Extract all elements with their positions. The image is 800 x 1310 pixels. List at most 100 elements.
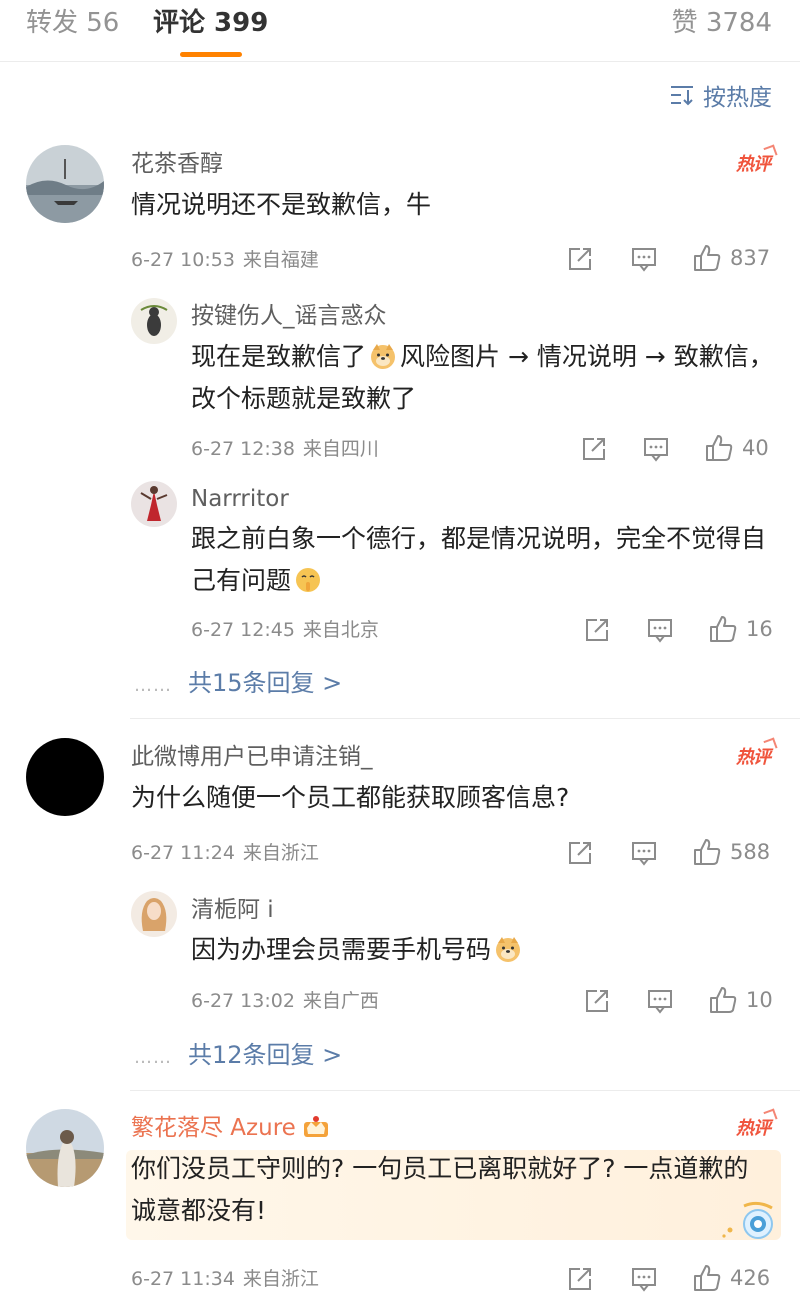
reply-button[interactable] xyxy=(642,434,670,464)
reply-text: 现在是致歉信了 风险图片 → 情况说明 → 致歉信，改个标题就是致歉了 xyxy=(191,336,776,420)
comment-date: 6-27 10:53 xyxy=(131,249,235,271)
doge-emoji-icon xyxy=(369,342,397,370)
tab-repost[interactable]: 转发 56 xyxy=(26,8,119,38)
vip-crown-icon xyxy=(303,1116,328,1137)
thumbs-up-icon xyxy=(694,245,721,271)
comment-meta: 6-27 11:24 来自浙江 xyxy=(131,841,319,865)
share-icon xyxy=(569,248,591,270)
shush-emoji-icon xyxy=(294,566,322,594)
avatar[interactable] xyxy=(26,1109,104,1187)
share-icon xyxy=(586,990,608,1012)
avatar[interactable] xyxy=(26,738,104,816)
divider xyxy=(130,1090,800,1091)
comment-date: 6-27 11:24 xyxy=(131,842,235,864)
like-count: 588 xyxy=(730,840,771,864)
share-button[interactable] xyxy=(580,434,608,464)
reply-author[interactable]: 清栀阿 i xyxy=(191,896,274,924)
like-count: 426 xyxy=(730,1266,771,1290)
reply-date: 6-27 12:45 xyxy=(191,619,295,641)
like-button[interactable]: 588 xyxy=(692,837,770,867)
view-more-replies-link[interactable]: …… 共15条回复 > xyxy=(134,668,342,701)
view-more-replies-link[interactable]: …… 共12条回复 > xyxy=(134,1040,342,1073)
reply-text: 跟之前白象一个德行，都是情况说明，完全不觉得自己有问题 xyxy=(191,518,776,602)
hot-comment-badge: 热评 xyxy=(736,1114,771,1140)
thumbs-up-icon xyxy=(710,616,737,642)
like-button[interactable]: 40 xyxy=(704,433,769,463)
tab-comments[interactable]: 评论 399 xyxy=(153,8,268,38)
comment-icon xyxy=(644,438,668,462)
reply-location: 来自四川 xyxy=(302,438,379,460)
more-dots: …… xyxy=(134,675,172,696)
reply-button[interactable] xyxy=(630,1264,658,1294)
doge-emoji-icon xyxy=(494,935,522,963)
reply-text-part: 现在是致歉信了 xyxy=(191,342,367,371)
like-count: 837 xyxy=(730,246,771,270)
thumbs-up-icon xyxy=(706,435,733,461)
active-tab-indicator xyxy=(180,52,242,57)
reply-button[interactable] xyxy=(630,244,658,274)
share-icon xyxy=(586,619,608,641)
share-icon xyxy=(583,438,605,460)
comment-tabs: 转发 56 评论 399 赞 3784 xyxy=(0,0,800,62)
reply-text: 因为办理会员需要手机号码 xyxy=(191,929,776,971)
reply-date: 6-27 12:38 xyxy=(191,438,295,460)
like-button[interactable]: 10 xyxy=(708,985,773,1015)
reply-date: 6-27 13:02 xyxy=(191,990,295,1012)
comment-location: 来自浙江 xyxy=(242,1268,319,1290)
avatar[interactable] xyxy=(131,298,177,344)
comment-icon xyxy=(632,1268,656,1292)
share-button[interactable] xyxy=(566,244,594,274)
reply-location: 来自广西 xyxy=(302,990,379,1012)
thumbs-up-icon xyxy=(694,839,721,865)
share-icon xyxy=(569,1268,591,1290)
sort-button[interactable]: 按热度 xyxy=(669,80,772,111)
like-button[interactable]: 16 xyxy=(708,614,773,644)
comment-icon xyxy=(632,842,656,866)
avatar[interactable] xyxy=(26,145,104,223)
share-button[interactable] xyxy=(583,615,611,645)
reply-button[interactable] xyxy=(646,615,674,645)
comment-text: 为什么随便一个员工都能获取顾客信息? xyxy=(131,783,570,812)
reply-text-part: 因为办理会员需要手机号码 xyxy=(191,935,492,964)
more-dots: …… xyxy=(134,1047,172,1068)
share-button[interactable] xyxy=(566,838,594,868)
share-button[interactable] xyxy=(583,986,611,1016)
more-replies-label: 共15条回复 > xyxy=(188,669,343,697)
like-count: 40 xyxy=(742,436,769,460)
comment-author-name: 繁花落尽 Azure xyxy=(131,1115,296,1141)
comment-icon xyxy=(632,248,656,272)
comment-meta: 6-27 10:53 来自福建 xyxy=(131,248,319,272)
avatar[interactable] xyxy=(131,891,177,937)
reply-button[interactable] xyxy=(630,838,658,868)
comment-author[interactable]: 花茶香醇 xyxy=(131,150,223,178)
reply-author[interactable]: 按键伤人_谣言惑众 xyxy=(191,302,387,330)
reply-location: 来自北京 xyxy=(302,619,379,641)
share-button[interactable] xyxy=(566,1264,594,1294)
reply-author[interactable]: Narrritor xyxy=(191,485,289,513)
divider xyxy=(130,718,800,719)
like-count: 10 xyxy=(746,988,773,1012)
comment-author[interactable]: 此微博用户已申请注销_ xyxy=(131,743,373,771)
reply-text-part: 跟之前白象一个德行，都是情况说明，完全不觉得自己有问题 xyxy=(191,524,767,595)
like-button[interactable]: 837 xyxy=(692,243,770,273)
sort-icon xyxy=(671,86,693,106)
share-icon xyxy=(569,842,591,864)
like-count: 16 xyxy=(746,617,773,641)
hot-comment-badge: 热评 xyxy=(736,150,771,176)
comment-location: 来自福建 xyxy=(242,249,319,271)
comment-location: 来自浙江 xyxy=(242,842,319,864)
hot-comment-badge: 热评 xyxy=(736,743,771,769)
comment-icon xyxy=(648,619,672,643)
tab-likes[interactable]: 赞 3784 xyxy=(672,8,772,38)
comment-author[interactable]: 繁花落尽 Azure xyxy=(131,1114,330,1142)
comment-text: 情况说明还不是致歉信，牛 xyxy=(131,190,432,219)
avatar[interactable] xyxy=(131,481,177,527)
reply-meta: 6-27 12:45 来自北京 xyxy=(191,618,379,642)
thumbs-up-icon xyxy=(694,1265,721,1291)
thumbs-up-icon xyxy=(710,987,737,1013)
comment-text: 你们没员工守则的? 一句员工已离职就好了? 一点道歉的诚意都没有! xyxy=(131,1154,749,1225)
like-button[interactable]: 426 xyxy=(692,1263,770,1293)
comment-meta: 6-27 11:34 来自浙江 xyxy=(131,1267,319,1291)
more-replies-label: 共12条回复 > xyxy=(188,1041,343,1069)
reply-button[interactable] xyxy=(646,986,674,1016)
